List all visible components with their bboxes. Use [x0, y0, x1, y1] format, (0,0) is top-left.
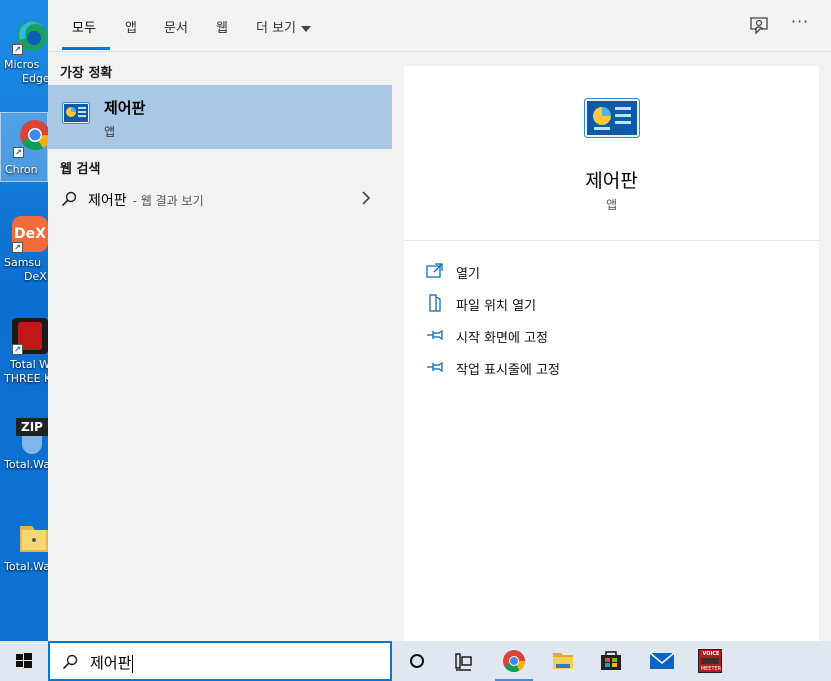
- best-match-result[interactable]: 제어판 앱: [48, 85, 392, 149]
- search-filter-tabs: 모두 앱 문서 웹 더 보기 ···: [48, 0, 831, 52]
- divider: [404, 240, 819, 241]
- desktop-icon-label: Micros: [4, 58, 40, 71]
- open-icon: [426, 263, 443, 278]
- search-panel: 모두 앱 문서 웹 더 보기 ··· 가장 정확 제어판 앱 웹 검색 제어판 …: [48, 0, 831, 641]
- detail-type: 앱: [605, 198, 618, 212]
- voicemeeter-icon: VOICE MEETER: [698, 649, 722, 673]
- voicemeeter-label-top: VOICE: [702, 651, 720, 657]
- desktop-icon-chrome[interactable]: ↗ Chron: [0, 112, 48, 182]
- shortcut-arrow-icon: ↗: [12, 242, 23, 253]
- desktop-icon-label: Total.Wa: [4, 458, 48, 471]
- tab-documents[interactable]: 문서: [164, 17, 188, 36]
- chrome-icon: [503, 650, 525, 672]
- web-search-suffix: - 웹 결과 보기: [132, 194, 204, 208]
- open-action[interactable]: 열기: [426, 260, 806, 284]
- zip-badge: ZIP: [16, 418, 48, 436]
- tab-more-label: 더 보기: [256, 21, 297, 36]
- pin-icon: [427, 329, 443, 341]
- action-label: 파일 위치 열기: [456, 299, 537, 314]
- taskbar: 제어판 VOICE MEETER: [0, 641, 831, 681]
- action-label: 작업 표시줄에 고정: [456, 363, 560, 378]
- text-caret: [132, 654, 134, 673]
- results-pane: 가장 정확 제어판 앱 웹 검색 제어판 - 웹 결과 보기: [48, 52, 392, 641]
- desktop-icon-label: Total W: [10, 358, 48, 371]
- control-panel-icon: [62, 102, 90, 124]
- taskbar-search-box[interactable]: 제어판: [48, 641, 392, 681]
- tab-web[interactable]: 웹: [216, 17, 228, 36]
- search-input[interactable]: 제어판: [90, 654, 131, 672]
- desktop-icon-label: Total.Wa: [4, 560, 48, 573]
- pin-to-start-action[interactable]: 시작 화면에 고정: [426, 324, 806, 348]
- file-explorer-icon[interactable]: [540, 641, 586, 681]
- tab-apps[interactable]: 앱: [125, 17, 137, 36]
- feedback-icon[interactable]: [748, 15, 770, 37]
- web-search-query: 제어판: [88, 193, 127, 209]
- control-panel-icon: [584, 98, 640, 138]
- desktop-icon-label: THREE K: [4, 372, 48, 385]
- shortcut-arrow-icon: ↗: [12, 344, 23, 355]
- search-icon: [62, 654, 78, 670]
- open-file-location-action[interactable]: 파일 위치 열기: [426, 292, 806, 316]
- tab-all[interactable]: 모두: [72, 17, 96, 36]
- chevron-right-icon[interactable]: [360, 190, 372, 206]
- detail-pane: 제어판 앱 열기 파일 위치 열기 시작 화면에 고정 작업 표시줄에 고정: [404, 66, 819, 641]
- desktop-icon-label: DeX: [24, 270, 47, 283]
- detail-title: 제어판: [585, 170, 638, 192]
- active-tab-indicator: [62, 47, 110, 50]
- pin-icon: [427, 361, 443, 373]
- action-label: 열기: [456, 267, 480, 282]
- best-match-header: 가장 정확: [60, 66, 113, 81]
- desktop: ↗ Micros Edge ↗ Chron DeX ↗ Samsu DeX ↗ To…: [0, 0, 48, 641]
- microsoft-store-icon[interactable]: [588, 641, 634, 681]
- taskbar-chrome[interactable]: [491, 641, 537, 681]
- tab-more[interactable]: 더 보기: [256, 17, 312, 36]
- folder-icon: [20, 526, 48, 552]
- search-icon: [61, 191, 77, 207]
- desktop-icon-label: Samsu: [4, 256, 42, 269]
- windows-start-icon[interactable]: [0, 641, 48, 681]
- action-label: 시작 화면에 고정: [456, 331, 548, 346]
- best-match-title: 제어판: [104, 99, 146, 117]
- mail-icon[interactable]: [638, 641, 684, 681]
- web-search-result[interactable]: 제어판 - 웹 결과 보기: [48, 184, 392, 214]
- desktop-icon-label: Chron: [5, 163, 38, 176]
- voicemeeter-label-bottom: MEETER: [700, 666, 722, 672]
- chevron-down-icon: [301, 25, 312, 32]
- web-search-header: 웹 검색: [60, 162, 101, 177]
- task-view-icon[interactable]: [440, 641, 486, 681]
- voicemeeter-app[interactable]: VOICE MEETER: [688, 641, 734, 681]
- more-options-button[interactable]: ···: [788, 12, 812, 36]
- pin-to-taskbar-action[interactable]: 작업 표시줄에 고정: [426, 356, 806, 380]
- desktop-icon-label: Edge: [22, 72, 48, 85]
- cortana-icon[interactable]: [394, 641, 440, 681]
- shortcut-arrow-icon: ↗: [13, 147, 24, 158]
- file-location-icon: [429, 294, 441, 312]
- zip-archive-icon: ZIP: [14, 418, 48, 454]
- best-match-type: 앱: [104, 125, 116, 139]
- shortcut-arrow-icon: ↗: [12, 44, 23, 55]
